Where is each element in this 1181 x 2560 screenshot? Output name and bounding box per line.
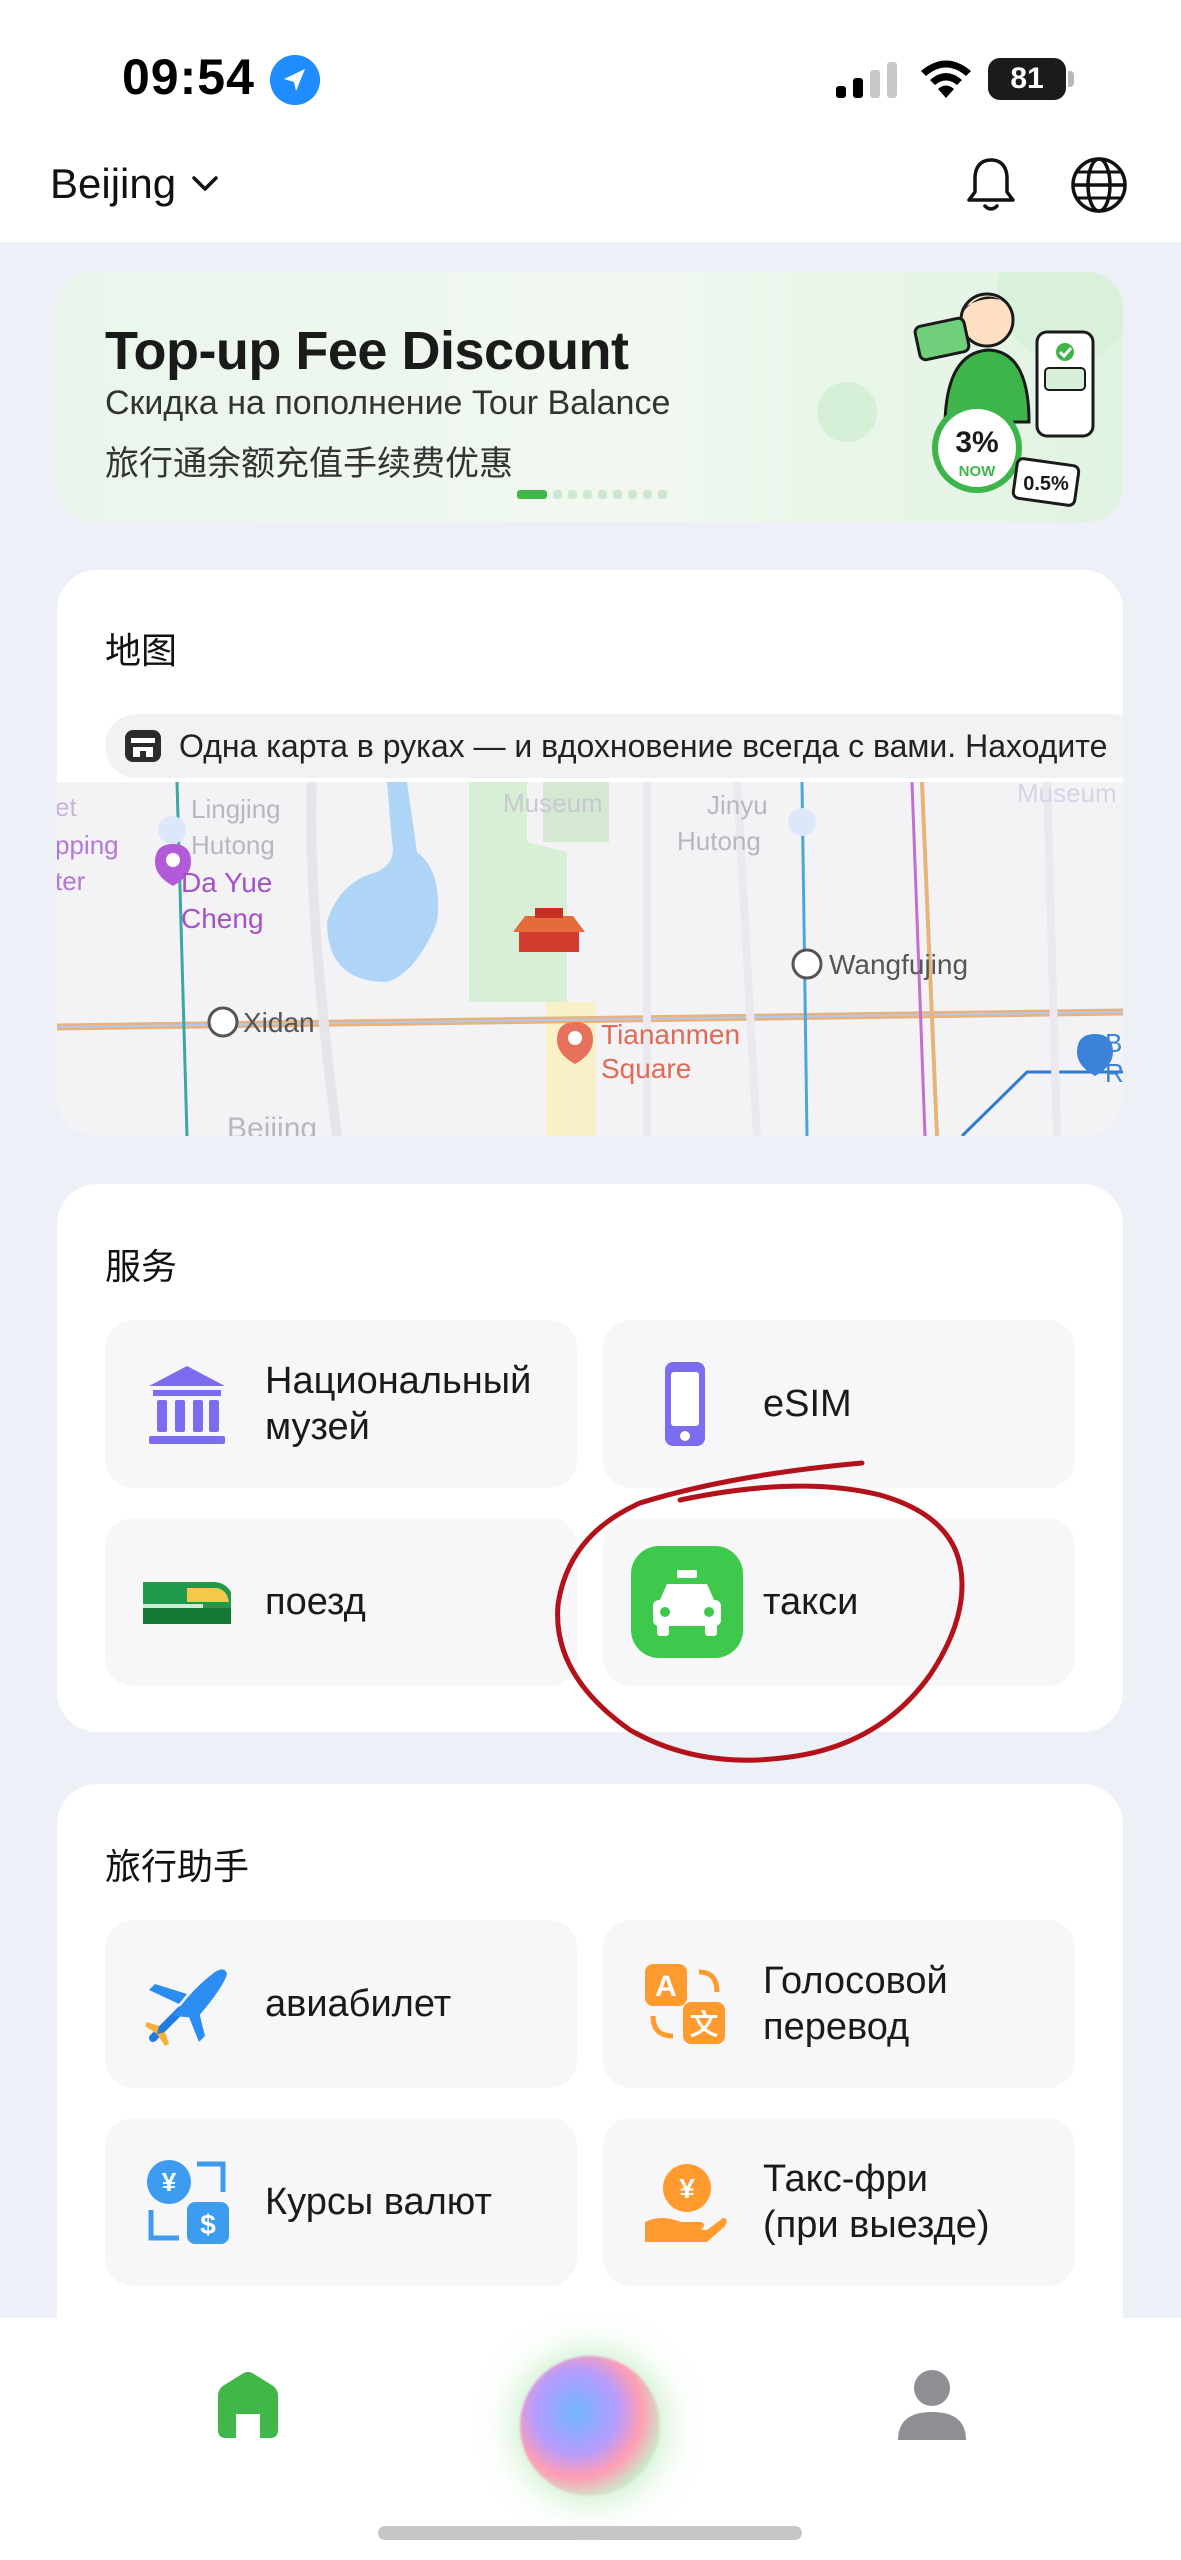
map-label-dayue: Da Yue	[181, 867, 272, 898]
status-time: 09:54	[122, 49, 255, 105]
banner-subtitle-ru: Скидка на пополнение Tour Balance	[105, 384, 671, 422]
banner-badge-now: NOW	[959, 463, 997, 480]
battery-tip	[1068, 71, 1074, 87]
airplane-icon	[145, 1969, 227, 2046]
store-icon	[125, 730, 161, 762]
map-label-r: R	[1105, 1058, 1123, 1088]
helper-exchange-rates[interactable]: ¥ $ Курсы валют	[105, 2118, 577, 2286]
helper-voice-translation[interactable]: A 文 Голосовой перевод	[603, 1920, 1075, 2088]
location-arrow-icon	[270, 55, 320, 105]
bell-icon[interactable]	[958, 152, 1024, 218]
map-label-beijing: Beijing	[227, 1112, 317, 1136]
map-label-b: B	[1105, 1028, 1122, 1058]
battery-indicator: 81	[988, 58, 1074, 100]
svg-text:¥: ¥	[162, 2167, 177, 2197]
helper-label: Курсы валют	[265, 2181, 492, 2223]
cellular-signal-icon	[836, 62, 897, 98]
status-bar: 09:54 81	[0, 0, 1181, 150]
map-section-title: 地图	[105, 630, 178, 671]
map-label-hutong-2: Hutong	[677, 826, 761, 856]
helper-label: авиабилет	[265, 1983, 452, 2025]
taxi-icon	[631, 1546, 743, 1658]
city-name: Beijing	[50, 160, 177, 207]
service-train[interactable]: поезд	[105, 1518, 577, 1686]
map-label-jinyu: Jinyu	[707, 790, 768, 820]
map-label-hutong-1: Hutong	[191, 830, 275, 860]
map-view[interactable]: et pping ter Lingjing Hutong Museum Jiny…	[57, 782, 1123, 1136]
map-label-xidan: Xidan	[243, 1007, 315, 1038]
service-label: eSIM	[763, 1383, 852, 1425]
chevron-down-icon	[192, 176, 218, 191]
wifi-icon	[921, 60, 971, 98]
globe-icon[interactable]	[1066, 152, 1132, 218]
service-national-museum[interactable]: Национальный музей	[105, 1320, 577, 1488]
map-ticker-text: Одна карта в руках — и вдохновение всегд…	[179, 728, 1108, 764]
svg-text:$: $	[200, 2209, 216, 2240]
map-label-lingjing: Lingjing	[191, 794, 281, 824]
translate-icon: A 文	[645, 1964, 725, 2044]
tax-free-icon: ¥	[645, 2164, 727, 2242]
map-label-pping: pping	[57, 830, 119, 860]
service-label: Национальный музей	[265, 1360, 532, 1448]
banner-title: Top-up Fee Discount	[105, 321, 629, 381]
helper-label: Такс-фри (при выезде)	[763, 2158, 990, 2246]
services-card: 服务 Национальный музей eSIM поезд такси	[57, 1184, 1123, 1732]
svg-text:文: 文	[690, 2008, 718, 2040]
helper-flight-ticket[interactable]: авиабилет	[105, 1920, 577, 2088]
ai-assistant-button[interactable]	[520, 2356, 660, 2496]
helper-section-title: 旅行助手	[105, 1846, 250, 1887]
banner-badge-old: 0.5%	[1023, 473, 1069, 495]
helper-tax-free[interactable]: ¥ Такс-фри (при выезде)	[603, 2118, 1075, 2286]
service-label: такси	[763, 1581, 859, 1623]
home-indicator	[378, 2526, 802, 2540]
map-label-et: et	[57, 792, 77, 822]
train-icon	[143, 1582, 231, 1624]
map-card[interactable]: 地图 Одна карта в руках — и вдохновение вс…	[57, 570, 1123, 1136]
banner-subtitle-zh: 旅行通余额充值手续费优惠	[105, 445, 513, 483]
map-label-ter: ter	[57, 866, 86, 896]
battery-level: 81	[988, 58, 1066, 100]
museum-icon	[149, 1366, 225, 1444]
banner-pagination	[517, 490, 667, 499]
map-label-wangfujing: Wangfujing	[829, 949, 968, 980]
bottom-navigation	[0, 2318, 1181, 2560]
svg-text:¥: ¥	[679, 2173, 695, 2204]
svg-text:A: A	[655, 1970, 677, 2003]
helper-label: Голосовой перевод	[763, 1960, 948, 2048]
banner-badge-main: 3%	[955, 426, 998, 459]
service-esim[interactable]: eSIM	[603, 1320, 1075, 1488]
service-label: поезд	[265, 1581, 366, 1623]
banner-illustration: 3% NOW 0.5%	[817, 272, 1123, 507]
profile-icon[interactable]	[892, 2364, 972, 2444]
map-label-museum-2: Museum	[1017, 782, 1117, 808]
app-header: Beijing	[0, 150, 1181, 242]
home-icon[interactable]	[212, 2368, 284, 2440]
city-selector[interactable]: Beijing	[50, 160, 220, 208]
map-ticker[interactable]: Одна карта в руках — и вдохновение всегд…	[105, 714, 1123, 778]
map-label-square: Square	[601, 1053, 691, 1084]
map-label-museum-1: Museum	[503, 788, 603, 818]
services-section-title: 服务	[105, 1246, 178, 1287]
promo-banner[interactable]: Top-up Fee Discount Скидка на пополнение…	[57, 272, 1123, 522]
service-taxi[interactable]: такси	[603, 1518, 1075, 1686]
map-label-tiananmen: Tiananmen	[601, 1019, 740, 1050]
phone-icon	[665, 1362, 705, 1446]
map-label-cheng: Cheng	[181, 903, 264, 934]
currency-icon: ¥ $	[147, 2160, 229, 2244]
